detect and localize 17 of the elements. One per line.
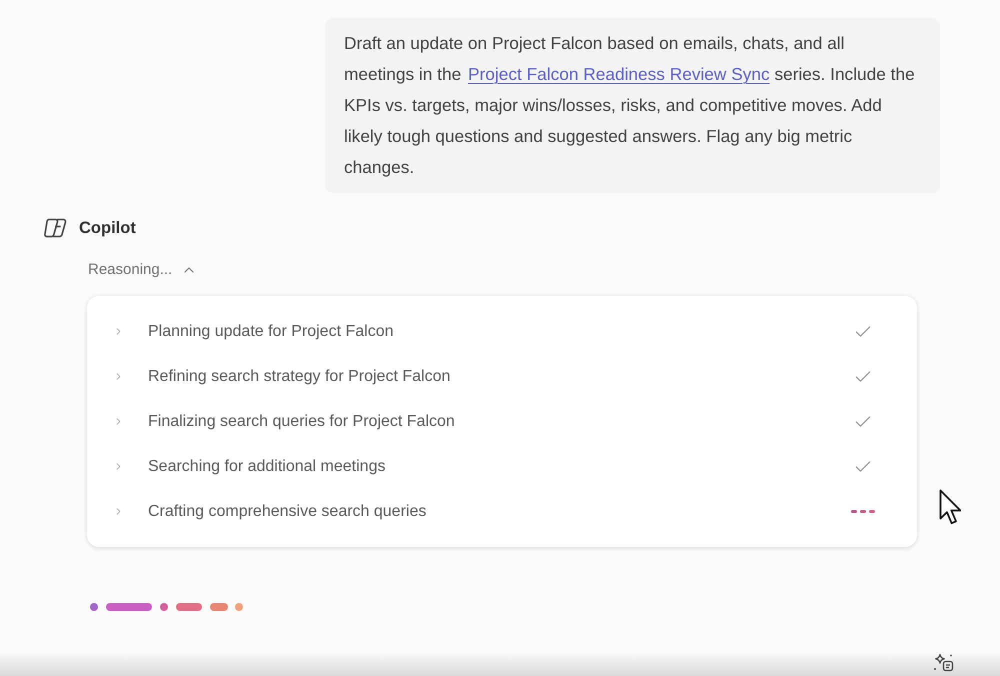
reasoning-step[interactable]: Refining search strategy for Project Falcon <box>87 354 917 399</box>
step-label: Planning update for Project Falcon <box>148 322 394 342</box>
copilot-logo-icon <box>43 216 68 240</box>
step-label: Crafting comprehensive search queries <box>148 502 428 522</box>
reasoning-step[interactable]: Crafting comprehensive search queries <box>87 489 917 534</box>
series-link[interactable]: Project Falcon Readiness Review Sync <box>468 64 770 84</box>
assistant-name: Copilot <box>79 218 136 239</box>
reasoning-step[interactable]: Searching for additional meetings <box>87 444 917 489</box>
mouse-cursor-icon <box>939 489 961 525</box>
step-label: Refining search strategy for Project Falcon <box>148 366 452 386</box>
reasoning-step[interactable]: Finalizing search queries for Project Falcon <box>87 399 917 444</box>
reasoning-step[interactable]: Planning update for Project Falcon <box>87 309 917 354</box>
prompt-message: Draft an update on Project Falcon based on emails, chats, and all meetings in the Project Falcon Readiness Review Sync series. Include the KPIs vs. targets, major wins/losses, risks, and competitive moves. Add likely tough questions and suggested answers. Flag any big metric changes. <box>344 32 916 179</box>
reasoning-toggle[interactable]: Reasoning... <box>88 260 198 280</box>
step-label: Searching for additional meetings <box>148 456 386 476</box>
step-label: Finalizing search queries for Project Falcon <box>148 412 456 432</box>
sparkle-note-icon[interactable] <box>933 653 955 673</box>
